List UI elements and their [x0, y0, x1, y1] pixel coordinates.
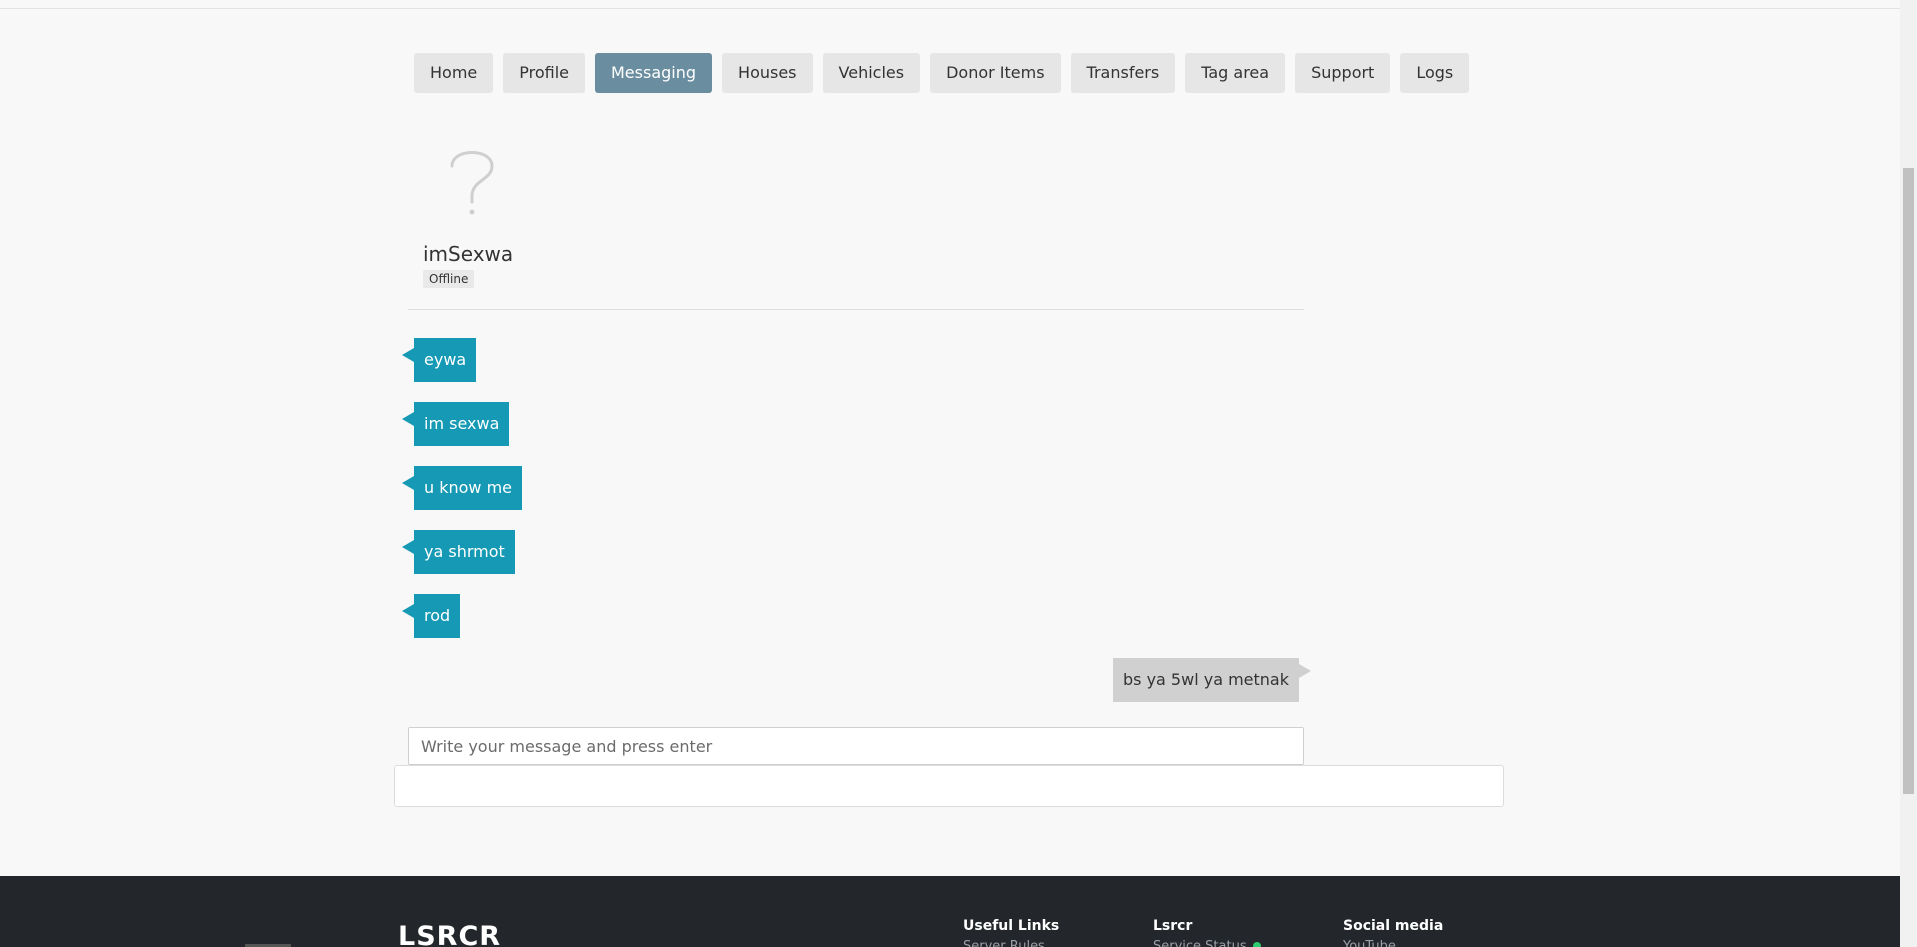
message-input[interactable] — [408, 727, 1304, 765]
tab-transfers[interactable]: Transfers — [1070, 53, 1176, 93]
tab-tag-area[interactable]: Tag area — [1185, 53, 1286, 93]
tab-vehicles[interactable]: Vehicles — [822, 53, 921, 93]
message-incoming: im sexwa — [401, 402, 510, 446]
footer-link-youtube[interactable]: YouTube — [1343, 939, 1396, 947]
footer-heading-lsrcr: Lsrcr — [1153, 918, 1193, 934]
tab-profile[interactable]: Profile — [503, 53, 585, 93]
message-incoming: eywa — [401, 338, 477, 382]
footer-heading-useful-links: Useful Links — [963, 918, 1060, 934]
tab-houses[interactable]: Houses — [722, 53, 813, 93]
top-divider — [0, 8, 1900, 9]
tab-home[interactable]: Home — [414, 53, 494, 93]
tab-donor-items[interactable]: Donor Items — [930, 53, 1061, 93]
message-incoming: ya shrmot — [402, 530, 515, 574]
message-panel-box — [394, 765, 1504, 807]
footer-link-server-rules[interactable]: Server Rules — [963, 939, 1045, 947]
message-outgoing: bs ya 5wl ya metnak — [1112, 658, 1312, 702]
scrollbar-thumb[interactable] — [1903, 168, 1914, 794]
message-incoming: rod — [401, 594, 461, 638]
footer-logo[interactable]: LSRCR — [398, 922, 501, 947]
footer-heading-social-media: Social media — [1343, 918, 1444, 934]
message-incoming: u know me — [401, 466, 523, 510]
tab-logs[interactable]: Logs — [1400, 53, 1470, 93]
main-nav: Home Profile Messaging Houses Vehicles D… — [414, 53, 1479, 93]
service-status-label: Service Status — [1153, 939, 1247, 947]
site-footer: LSRCR Useful Links Server Rules Lsrcr Se… — [0, 876, 1900, 947]
page-scrollbar[interactable] — [1900, 0, 1917, 947]
tab-support[interactable]: Support — [1295, 53, 1391, 93]
header-divider — [408, 309, 1304, 310]
question-mark-icon — [450, 151, 494, 215]
status-dot-icon — [1252, 942, 1261, 947]
tab-messaging[interactable]: Messaging — [595, 53, 713, 93]
footer-link-service-status[interactable]: Service Status — [1153, 939, 1261, 947]
contact-name: imSexwa — [423, 242, 514, 266]
status-badge: Offline — [423, 270, 475, 288]
